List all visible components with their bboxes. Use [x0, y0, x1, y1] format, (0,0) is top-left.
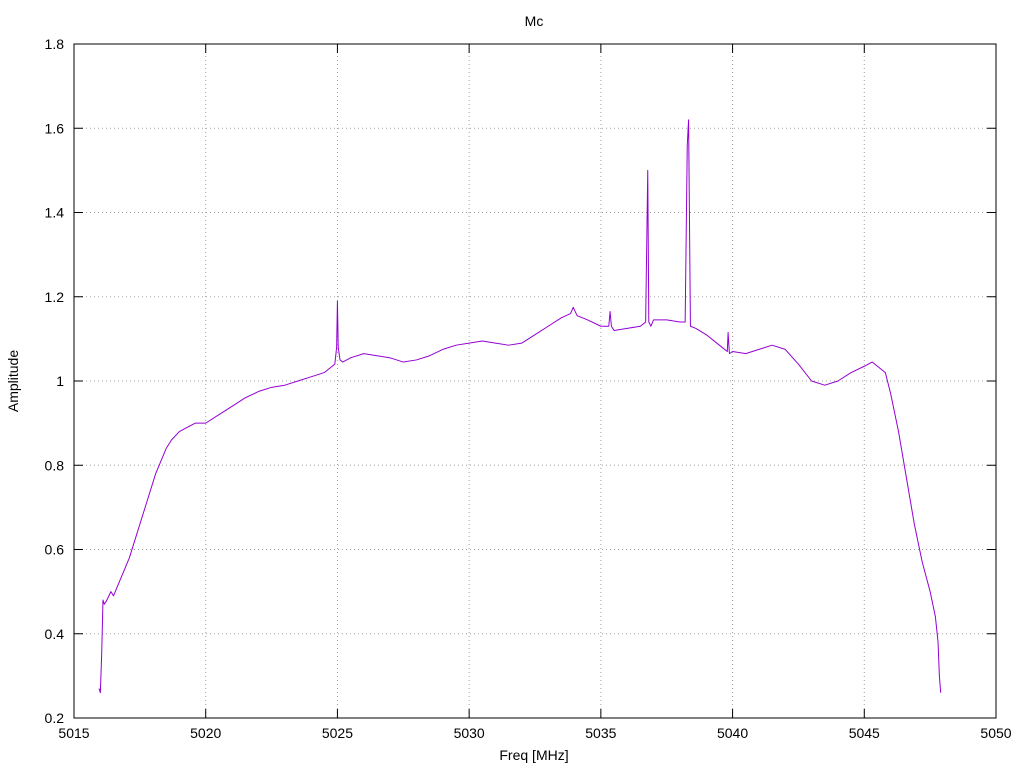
- x-tick-label: 5025: [322, 725, 353, 741]
- x-tick-label: 5020: [190, 725, 221, 741]
- x-tick-label: 5030: [454, 725, 485, 741]
- y-tick-label: 1.6: [45, 120, 65, 136]
- x-tick-label: 5040: [717, 725, 748, 741]
- x-tick-label: 5050: [980, 725, 1011, 741]
- y-tick-label: 1.8: [45, 36, 65, 52]
- y-tick-label: 1.2: [45, 289, 65, 305]
- x-tick-labels: 5015 5020 5025 5030 5035 5040 5045 5050: [58, 725, 1011, 741]
- y-tick-label: 1: [56, 373, 64, 389]
- series-group: [98, 119, 942, 694]
- y-axis-label: Amplitude: [5, 350, 21, 412]
- x-axis-label: Freq [MHz]: [499, 747, 568, 763]
- y-tick-label: 0.4: [45, 626, 65, 642]
- chart-title: Mc: [525, 13, 544, 29]
- y-tick-label: 0.8: [45, 457, 65, 473]
- grid-lines: [74, 44, 996, 718]
- x-tick-label: 5045: [849, 725, 880, 741]
- y-tick-labels: 0.2 0.4 0.6 0.8 1 1.2 1.4 1.6 1.8: [45, 36, 65, 726]
- y-tick-label: 1.4: [45, 205, 65, 221]
- series-line: [98, 119, 942, 694]
- y-tick-label: 0.6: [45, 542, 65, 558]
- x-tick-label: 5015: [58, 725, 89, 741]
- line-chart: Mc 5015 5020 5025 5030 5035 5040 5045 5050 0.20…: [5, 13, 1012, 763]
- y-tick-label: 0.2: [45, 710, 65, 726]
- x-tick-label: 5035: [585, 725, 616, 741]
